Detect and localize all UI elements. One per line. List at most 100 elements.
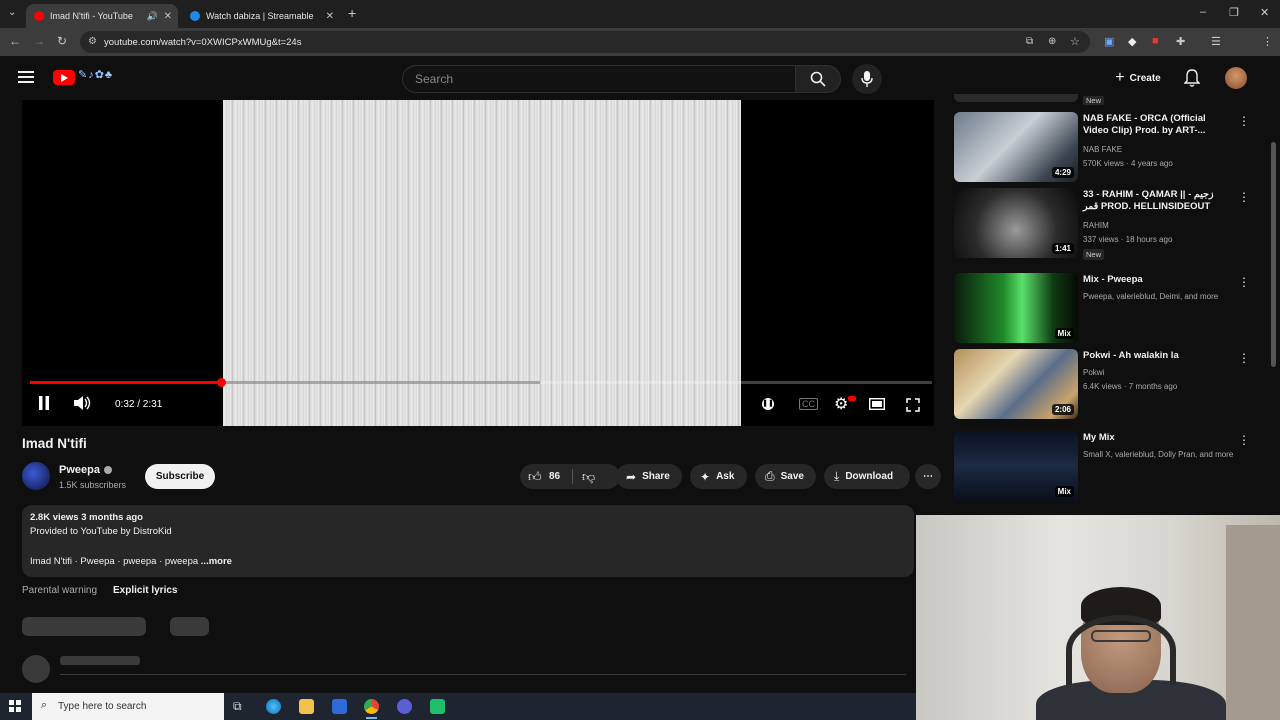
download-icon: ⤓ <box>834 469 840 483</box>
store-icon[interactable] <box>332 699 347 714</box>
extension-icon[interactable]: ◆ <box>1128 35 1136 48</box>
share-button[interactable]: ➦ Share <box>616 464 682 489</box>
subscribe-button[interactable]: Subscribe <box>145 464 215 489</box>
tab-search-list-icon[interactable]: ☰ <box>1211 35 1221 48</box>
recommendation-channel[interactable]: RAHIM <box>1083 221 1109 230</box>
fullscreen-icon[interactable] <box>906 398 920 412</box>
app-icon[interactable] <box>430 699 445 714</box>
tab-youtube[interactable]: Imad N'tifi - YouTube 🔊 ✕ <box>26 4 178 28</box>
recommendation-title[interactable]: Mix - Pweepa <box>1083 274 1229 286</box>
video-thumbnail[interactable]: 4:29 <box>954 112 1078 182</box>
file-explorer-icon[interactable] <box>299 699 314 714</box>
translate-extension-icon[interactable]: ▣ <box>1104 35 1114 48</box>
sidebar-scrollbar[interactable] <box>1271 142 1276 367</box>
notifications-bell-icon[interactable] <box>1184 69 1200 87</box>
more-options-icon[interactable]: ⋮ <box>1238 275 1250 289</box>
video-thumbnail[interactable]: 2:06 <box>954 349 1078 419</box>
video-thumbnail[interactable]: 1:41 <box>954 188 1078 258</box>
edge-icon[interactable] <box>266 699 281 714</box>
more-options-icon[interactable]: ⋮ <box>1238 190 1250 204</box>
recommendation-item[interactable]: Mix Mix - Pweepa Pweepa, valerieblud, De… <box>954 273 1254 345</box>
recommendation-title[interactable]: My Mix <box>1083 432 1229 444</box>
pause-icon[interactable] <box>38 396 50 410</box>
more-link[interactable]: ...more <box>201 556 232 567</box>
recommendation-channel[interactable]: Pokwi <box>1083 368 1104 377</box>
autoplay-toggle-icon[interactable]: ❚❚ <box>762 398 774 410</box>
search-input[interactable] <box>415 72 795 86</box>
progress-scrubber-handle[interactable] <box>217 378 226 387</box>
search-icon: ⌕ <box>41 699 48 711</box>
task-view-icon[interactable]: ⧉ <box>233 699 242 714</box>
browser-menu-icon[interactable]: ⋮ <box>1262 35 1273 48</box>
download-button[interactable]: ⤓ Download <box>824 464 910 489</box>
mix-thumbnail[interactable]: Mix <box>954 431 1078 501</box>
close-window-icon[interactable]: ✕ <box>1260 6 1269 19</box>
recommendation-title[interactable]: Pokwi - Ah walakin la <box>1083 350 1229 362</box>
recommendation-item[interactable]: 4:29 NAB FAKE - ORCA (Official Video Cli… <box>954 112 1254 184</box>
hamburger-menu-icon[interactable] <box>18 71 34 83</box>
voice-search-button[interactable] <box>852 64 882 94</box>
search-button[interactable] <box>795 65 841 93</box>
taskbar-search[interactable]: ⌕ Type here to search <box>32 693 224 720</box>
back-icon[interactable]: ← <box>9 34 21 48</box>
theater-mode-icon[interactable] <box>869 398 885 410</box>
recommendation-item[interactable]: 1:41 33 - RAHIM - QAMAR || زجيم - قمر PR… <box>954 188 1254 260</box>
video-player[interactable]: 0:32 / 2:31 ❚❚ CC ⚙ <box>22 100 934 426</box>
windows-taskbar: ⌕ Type here to search ⧉ <box>0 693 916 720</box>
mix-thumbnail[interactable]: Mix <box>954 273 1078 343</box>
more-options-icon[interactable]: ⋮ <box>1238 433 1250 447</box>
recommendation-item[interactable]: 2:06 Pokwi - Ah walakin la Pokwi 6.4K vi… <box>954 349 1254 421</box>
youtube-logo[interactable] <box>53 70 75 85</box>
recommendation-channel[interactable]: NAB FAKE <box>1083 145 1122 154</box>
recommendation-channel[interactable]: Small X, valerieblud, Dolly Pran, and mo… <box>1083 450 1233 459</box>
windows-start-icon[interactable] <box>9 700 21 712</box>
channel-name[interactable]: Pweepa <box>59 464 100 476</box>
extension-red-icon[interactable]: ■ <box>1152 35 1159 47</box>
volume-icon[interactable] <box>74 396 92 410</box>
tab-search-icon[interactable]: ⌄ <box>8 7 16 18</box>
like-count[interactable]: 86 <box>549 471 560 482</box>
youtube-doodle-icon[interactable]: ✎♪✿♣ <box>78 68 113 81</box>
time-display: 0:32 / 2:31 <box>115 399 163 410</box>
captions-icon[interactable]: CC <box>799 398 818 410</box>
minimize-icon[interactable]: – <box>1200 6 1206 18</box>
more-actions-button[interactable]: ⋯ <box>915 464 941 489</box>
discord-icon[interactable] <box>397 699 412 714</box>
forward-icon[interactable]: → <box>33 34 45 48</box>
site-info-icon[interactable]: ⚙ <box>88 36 97 47</box>
tab-streamable[interactable]: Watch dabiza | Streamable ✕ <box>182 4 340 28</box>
download-label: Download <box>845 471 894 482</box>
video-frame[interactable] <box>223 100 741 426</box>
more-options-icon[interactable]: ⋮ <box>1238 351 1250 365</box>
close-tab-icon[interactable]: ✕ <box>326 11 334 22</box>
extensions-puzzle-icon[interactable]: ✚ <box>1176 35 1185 48</box>
recommendation-title[interactable]: 33 - RAHIM - QAMAR || زجيم - قمر PROD. H… <box>1083 189 1229 213</box>
more-options-icon[interactable]: ⋮ <box>1238 114 1250 128</box>
zoom-icon[interactable]: ⊕ <box>1048 36 1056 47</box>
settings-gear-icon[interactable]: ⚙ <box>834 394 848 414</box>
search-box[interactable] <box>402 65 796 93</box>
recommendation-title[interactable]: NAB FAKE - ORCA (Official Video Clip) Pr… <box>1083 113 1229 137</box>
ask-button[interactable]: ✦ Ask <box>690 464 747 489</box>
description-box[interactable]: 2.8K views 3 months ago Provided to YouT… <box>22 505 914 577</box>
chrome-icon[interactable] <box>364 699 379 719</box>
search-icon <box>810 71 826 87</box>
new-tab-icon[interactable]: + <box>348 5 356 21</box>
bookmark-star-icon[interactable]: ☆ <box>1070 35 1080 48</box>
reload-icon[interactable]: ↻ <box>57 34 67 48</box>
save-button[interactable]: ⎙ Save <box>755 464 816 489</box>
create-button[interactable]: + Create <box>1103 65 1173 91</box>
tab-title: Watch dabiza | Streamable <box>206 11 314 21</box>
recommendation-item[interactable]: Mix My Mix Small X, valerieblud, Dolly P… <box>954 431 1254 503</box>
dislike-icon[interactable]: 👎︎ <box>582 469 595 485</box>
account-avatar[interactable] <box>1225 67 1247 89</box>
restore-icon[interactable]: ❐ <box>1229 6 1239 19</box>
like-icon[interactable]: 👍︎ <box>528 469 542 485</box>
channel-avatar[interactable] <box>22 462 50 490</box>
close-tab-icon[interactable]: ✕ <box>164 11 172 22</box>
recommendation-channel[interactable]: Pweepa, valerieblud, Deimi, and more <box>1083 292 1218 301</box>
install-icon[interactable]: ⧉ <box>1026 36 1033 47</box>
microphone-icon <box>861 71 873 87</box>
address-bar[interactable]: ⚙ youtube.com/watch?v=0XWICPxWMUg&t=24s … <box>80 31 1090 53</box>
channel-name-row[interactable]: Pweepa <box>59 464 112 476</box>
